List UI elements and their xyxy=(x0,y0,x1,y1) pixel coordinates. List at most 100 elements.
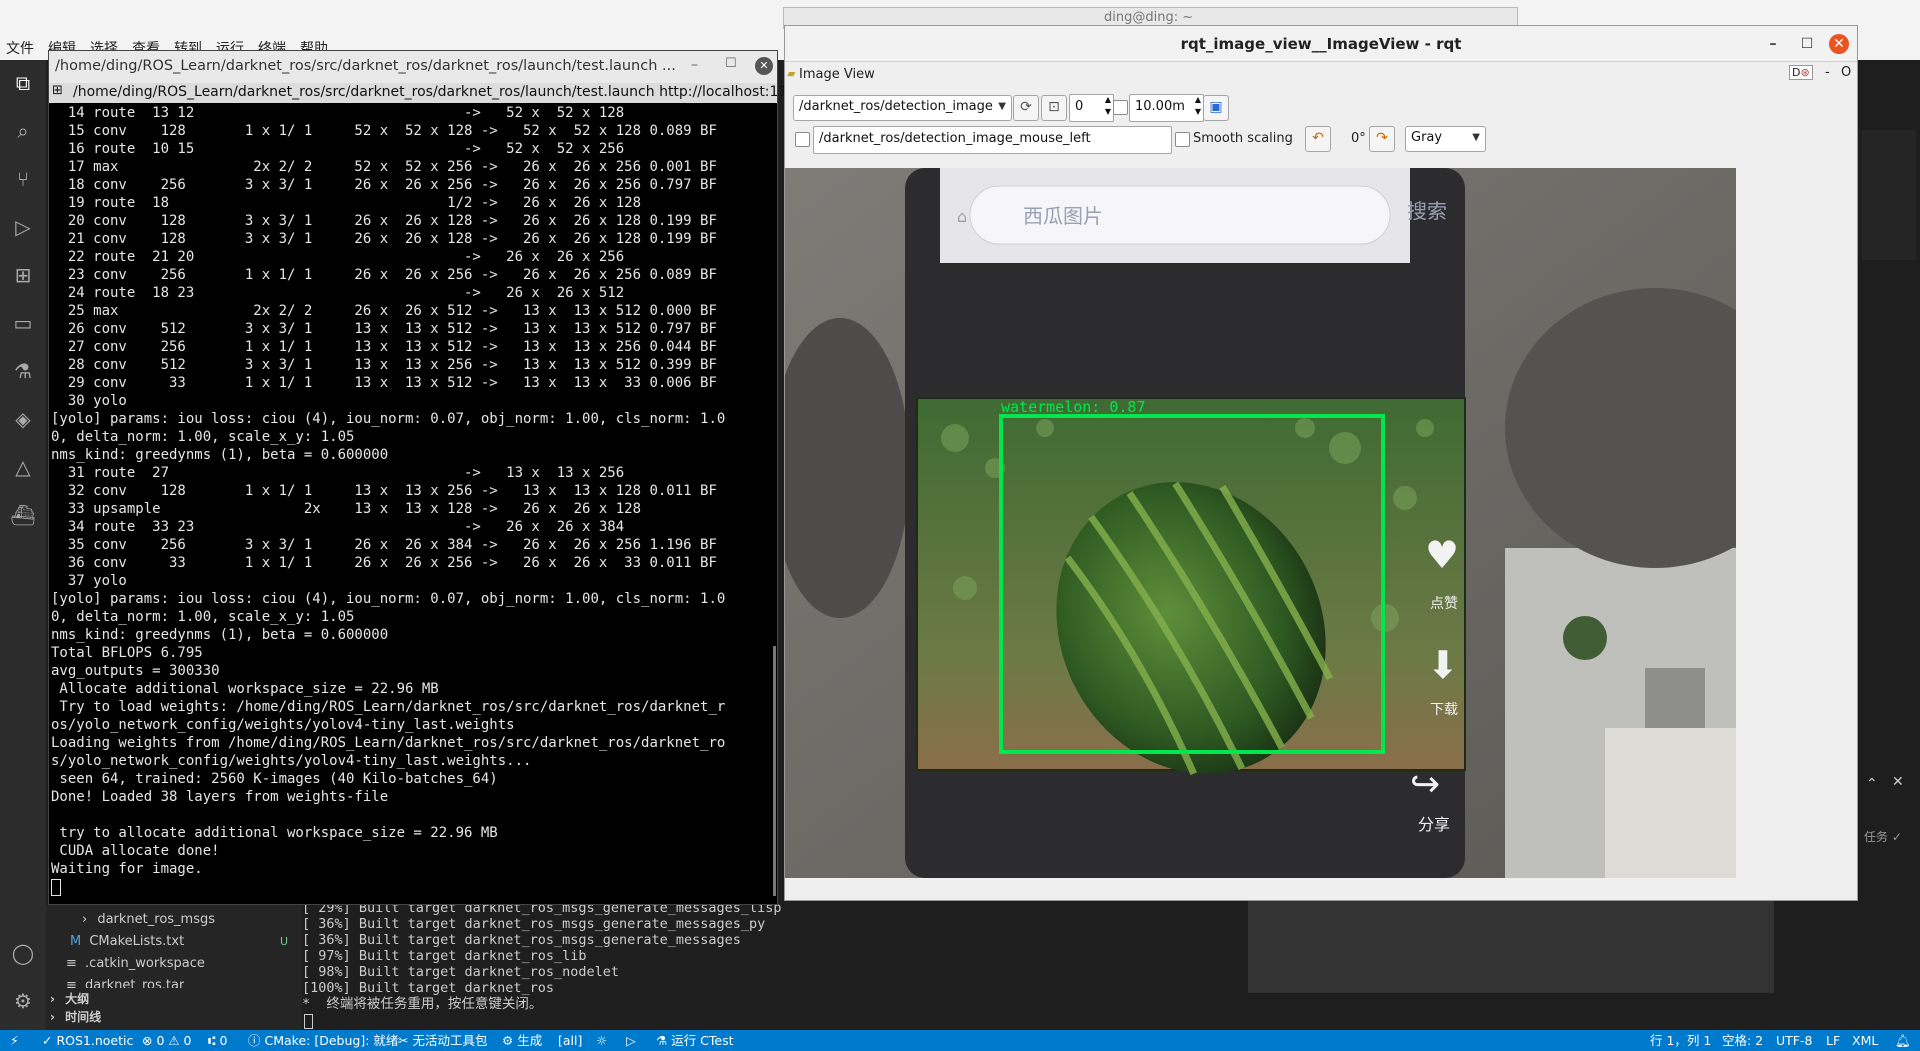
maximize-icon[interactable]: ☐ xyxy=(1797,34,1817,54)
status-kit[interactable]: ✂ 无活动工具包 xyxy=(398,1030,487,1051)
run-icon[interactable]: ▷ xyxy=(626,1030,636,1051)
zoom-fit-button[interactable]: ⊡ xyxy=(1041,95,1067,121)
rotate-right-button[interactable]: ↷ xyxy=(1369,126,1395,152)
chevron-up-icon[interactable]: ⌃ xyxy=(1866,776,1878,792)
status-target[interactable]: [all] xyxy=(558,1030,582,1051)
terminal-panel[interactable]: [ 29%] Built target darknet_ros_msgs_gen… xyxy=(302,900,1774,1030)
rotate-right-icon: ↷ xyxy=(1376,130,1388,146)
panel-line: * 终端将被任务重用，按任意键关闭。 xyxy=(302,996,543,1012)
remote-explorer-icon[interactable]: ▭ xyxy=(10,310,36,336)
terminal-line: 23 conv 256 1 x 1/ 1 26 x 26 x 256 -> 26… xyxy=(51,267,717,283)
close-icon[interactable]: ✕ xyxy=(755,57,773,75)
reload-icon: ⊛ xyxy=(1800,66,1810,79)
docker-icon[interactable]: ⛴ xyxy=(10,502,36,528)
remote-icon[interactable]: ⚡ xyxy=(10,1030,19,1051)
smooth-scaling-checkbox[interactable] xyxy=(1175,132,1190,147)
status-bar: ⚡ ✓ ROS1.noetic ⊗ 0 ⚠ 0 ⑆ 0 ⓘ CMake: [De… xyxy=(0,1030,1920,1051)
mouse-topic-field[interactable]: /darknet_ros/detection_image_mouse_left xyxy=(813,126,1172,154)
terminal-line: 27 conv 256 1 x 1/ 1 13 x 13 x 512 -> 13… xyxy=(51,339,717,355)
run-debug-icon[interactable]: ▷ xyxy=(10,214,36,240)
status-build[interactable]: ⚙ 生成 xyxy=(502,1030,542,1051)
section-timeline[interactable]: › 时间线 xyxy=(50,1007,101,1027)
terminal-line: Try to load weights: /home/ding/ROS_Lear… xyxy=(51,699,726,715)
status-ports[interactable]: ⑆ 0 xyxy=(208,1030,227,1051)
dynamic-range-checkbox[interactable] xyxy=(1113,100,1128,115)
explorer-icon[interactable]: ⧉ xyxy=(10,70,36,96)
terminal-line: 30 yolo xyxy=(51,393,127,409)
terminal-line: avg_outputs = 300330 xyxy=(51,663,220,679)
terminal-window: /home/ding/ROS_Learn/darknet_ros/src/dar… xyxy=(48,50,787,905)
status-encoding[interactable]: UTF-8 xyxy=(1776,1030,1812,1051)
terminal-tab[interactable]: ⊞ /home/ding/ROS_Learn/darknet_ros/src/d… xyxy=(49,83,787,103)
task-label[interactable]: 任务 ✓ xyxy=(1864,828,1902,845)
plugin-help-button[interactable]: D⊛ xyxy=(1789,65,1813,80)
terminal-line: 18 conv 256 3 x 3/ 1 26 x 26 x 256 -> 26… xyxy=(51,177,717,193)
minimize-icon[interactable]: – xyxy=(1763,34,1783,54)
terminal-scrollbar[interactable] xyxy=(773,646,776,896)
section-outline[interactable]: › 大纲 xyxy=(50,989,89,1009)
image-view-canvas[interactable]: ⌂ 西瓜图片 搜索 ♥ 点赞 ⬇ 下载 ↪ 分享 watermelon: 0.8… xyxy=(785,168,1736,878)
chevron-down-icon: ▼ xyxy=(998,101,1006,112)
status-position[interactable]: 行 1，列 1 xyxy=(1650,1030,1711,1051)
bell-icon[interactable]: 🔔︎ xyxy=(1895,1030,1911,1051)
rotation-label: 0° xyxy=(1351,131,1366,146)
flask-icon: ⚗ xyxy=(656,1033,668,1048)
rate-spinbox[interactable]: 10.00m ▲ ▼ xyxy=(1129,94,1204,122)
terminal-line: [yolo] params: iou loss: ciou (4), iou_n… xyxy=(51,411,726,427)
account-icon[interactable]: ◯ xyxy=(10,940,36,966)
color-scheme-select[interactable]: Gray ▼ xyxy=(1405,126,1486,152)
refresh-topics-button[interactable]: ⟳ xyxy=(1013,95,1039,121)
zoom-spinbox[interactable]: 0 ▲ ▼ xyxy=(1069,94,1114,122)
gear-icon[interactable]: ⚙ xyxy=(10,988,36,1014)
status-eol[interactable]: LF xyxy=(1826,1030,1840,1051)
cmake-icon[interactable]: ◈ xyxy=(10,406,36,432)
close-plugin-icon[interactable]: O xyxy=(1841,65,1851,80)
status-cmake[interactable]: ⓘ CMake: [Debug]: 就绪 xyxy=(248,1030,398,1051)
save-image-button[interactable]: ▣ xyxy=(1203,95,1229,121)
terminal-line: 32 conv 128 1 x 1/ 1 13 x 13 x 256 -> 13… xyxy=(51,483,717,499)
refresh-icon: ⟳ xyxy=(1020,99,1032,115)
terminal-line: 21 conv 128 3 x 3/ 1 26 x 26 x 128 -> 26… xyxy=(51,231,717,247)
close-icon[interactable]: ✕ xyxy=(1892,774,1904,790)
terminal-line: Done! Loaded 38 layers from weights-file xyxy=(51,789,389,805)
status-language[interactable]: XML xyxy=(1852,1030,1878,1051)
minimize-plugin-icon[interactable]: - xyxy=(1825,65,1830,80)
tree-item-darknet-ros-msgs[interactable]: › darknet_ros_msgs xyxy=(82,910,215,930)
tree-item-darknet-ros-tar[interactable]: ≡ darknet_ros.tar xyxy=(66,976,184,988)
topic-select[interactable]: /darknet_ros/detection_image ▼ xyxy=(793,95,1012,121)
file-lines-icon: ≡ xyxy=(66,978,77,988)
publish-click-checkbox[interactable] xyxy=(795,132,810,147)
terminal-line: s/yolo_network_config/weights/yolov4-tin… xyxy=(51,753,532,769)
terminal-line: 20 conv 128 3 x 3/ 1 26 x 26 x 128 -> 26… xyxy=(51,213,717,229)
search-icon[interactable]: ⌕ xyxy=(10,118,36,144)
status-ctest[interactable]: ⚗ 运行 CTest xyxy=(656,1030,734,1051)
terminal-output[interactable]: 14 route 13 12 -> 52 x 52 x 128 15 conv … xyxy=(51,104,777,904)
tree-item-cmakelists[interactable]: M CMakeLists.txt U xyxy=(70,932,290,952)
status-problems[interactable]: ⊗ 0 ⚠ 0 xyxy=(142,1030,192,1051)
terminal-line: 31 route 27 -> 13 x 13 x 256 xyxy=(51,465,625,481)
rqt-window-title: rqt_image_view__ImageView - rqt xyxy=(1180,35,1462,53)
testing-icon[interactable]: ⚗ xyxy=(10,358,36,384)
source-control-icon[interactable]: ⑂ xyxy=(10,166,36,192)
rqt-window: rqt_image_view__ImageView - rqt – ☐ ✕ ▰ … xyxy=(784,25,1858,901)
terminal-cursor xyxy=(304,1014,313,1029)
minimize-icon[interactable]: – xyxy=(691,57,698,73)
terminal-line: 35 conv 256 3 x 3/ 1 26 x 26 x 384 -> 26… xyxy=(51,537,717,553)
ros-icon[interactable]: △ xyxy=(10,454,36,480)
maximize-icon[interactable]: ☐ xyxy=(725,56,737,71)
panel-line: [100%] Built target darknet_ros xyxy=(302,980,554,996)
camera-frame: ⌂ 西瓜图片 搜索 ♥ 点赞 ⬇ 下载 ↪ 分享 watermelon: 0.8… xyxy=(785,168,1736,878)
plugin-label: Image View xyxy=(799,67,875,82)
terminal-line: 0, delta_norm: 1.00, scale_x_y: 1.05 xyxy=(51,429,355,445)
tree-item-catkin-workspace[interactable]: ≡ .catkin_workspace xyxy=(66,954,205,974)
close-icon[interactable]: ✕ xyxy=(1829,34,1849,54)
status-ros-env[interactable]: ✓ ROS1.noetic xyxy=(42,1030,133,1051)
debug-icon[interactable]: ☼ xyxy=(596,1030,607,1051)
status-spaces[interactable]: 空格: 2 xyxy=(1722,1030,1763,1051)
terminal-line: nms_kind: greedynms (1), beta = 0.600000 xyxy=(51,447,389,463)
panel-line: [ 97%] Built target darknet_ros_lib xyxy=(302,948,587,964)
terminal-line: Total BFLOPS 6.795 xyxy=(51,645,203,661)
rotate-left-button[interactable]: ↶ xyxy=(1305,126,1331,152)
menu-file[interactable]: 文件 xyxy=(6,38,34,58)
extensions-icon[interactable]: ⊞ xyxy=(10,262,36,288)
